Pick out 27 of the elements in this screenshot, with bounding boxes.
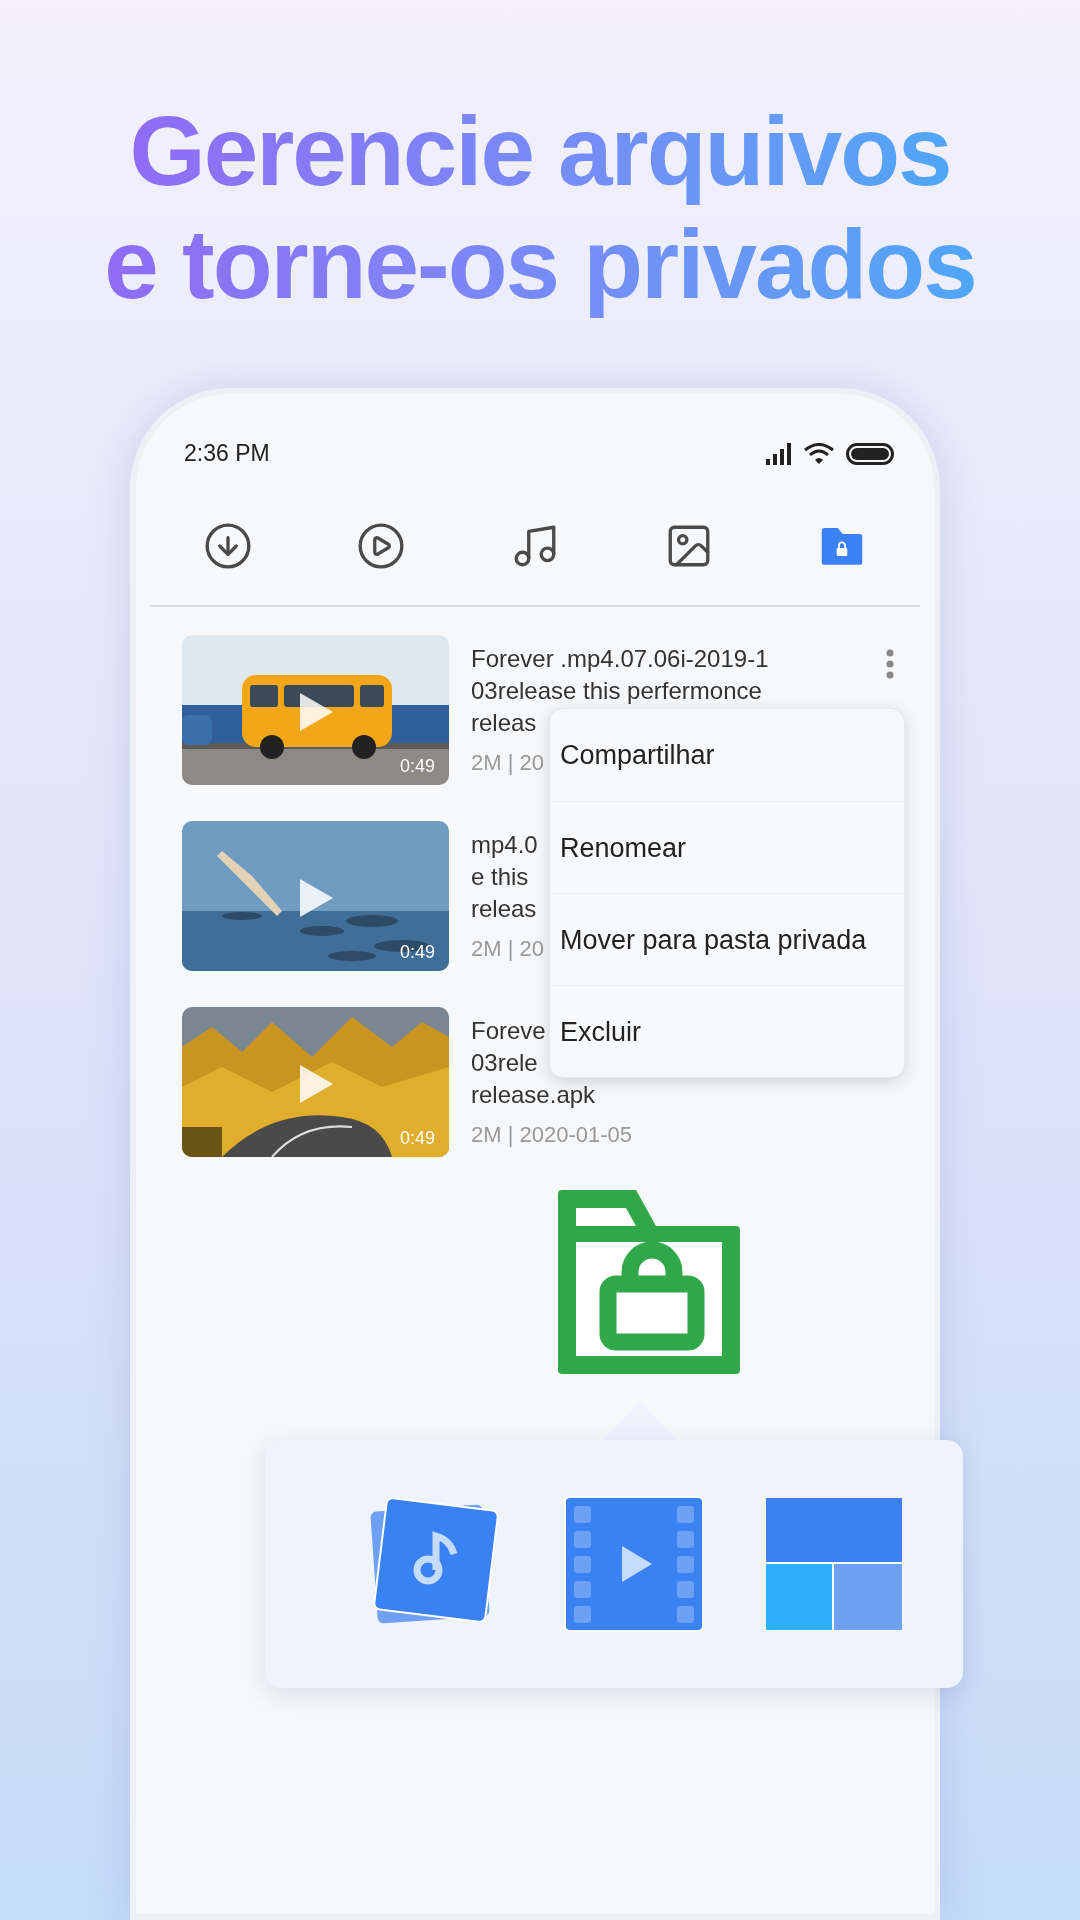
file-name-line: mp4.0	[471, 829, 538, 860]
file-name-line: 03rele	[471, 1047, 538, 1078]
video-duration: 0:49	[399, 1126, 435, 1150]
file-meta: 2M | 2020-01-05	[471, 1120, 633, 1149]
battery-icon	[846, 442, 894, 465]
lock-folder-icon[interactable]	[820, 526, 865, 566]
menu-item[interactable]: Renomear	[550, 801, 904, 894]
video-film-icon[interactable]	[564, 1496, 704, 1632]
file-meta: 2M | 20	[471, 748, 544, 777]
video-duration: 0:49	[399, 754, 435, 778]
file-name-line: 03release this perfermonce	[471, 675, 762, 706]
file-name-line: releas	[471, 707, 537, 738]
file-name-line: Forever .mp4.07.06i-2019-1	[471, 643, 769, 674]
file-meta: 2M | 20	[471, 934, 544, 963]
wifi-icon	[804, 442, 834, 465]
file-name-line: release.apk	[471, 1079, 596, 1110]
status-time: 2:36 PM	[184, 439, 270, 469]
file-name-line: Foreve	[471, 1015, 546, 1046]
more-icon[interactable]	[886, 648, 894, 679]
video-duration: 0:49	[399, 940, 435, 964]
menu-item[interactable]: Mover para pasta privada	[550, 893, 904, 986]
menu-item[interactable]: Excluir	[550, 985, 904, 1078]
gallery-grid-icon[interactable]	[764, 1496, 904, 1632]
signal-icon	[766, 442, 792, 465]
file-name-line: releas	[471, 893, 537, 924]
file-name-line: e this	[471, 861, 529, 892]
menu-item[interactable]: Compartilhar	[550, 709, 904, 802]
